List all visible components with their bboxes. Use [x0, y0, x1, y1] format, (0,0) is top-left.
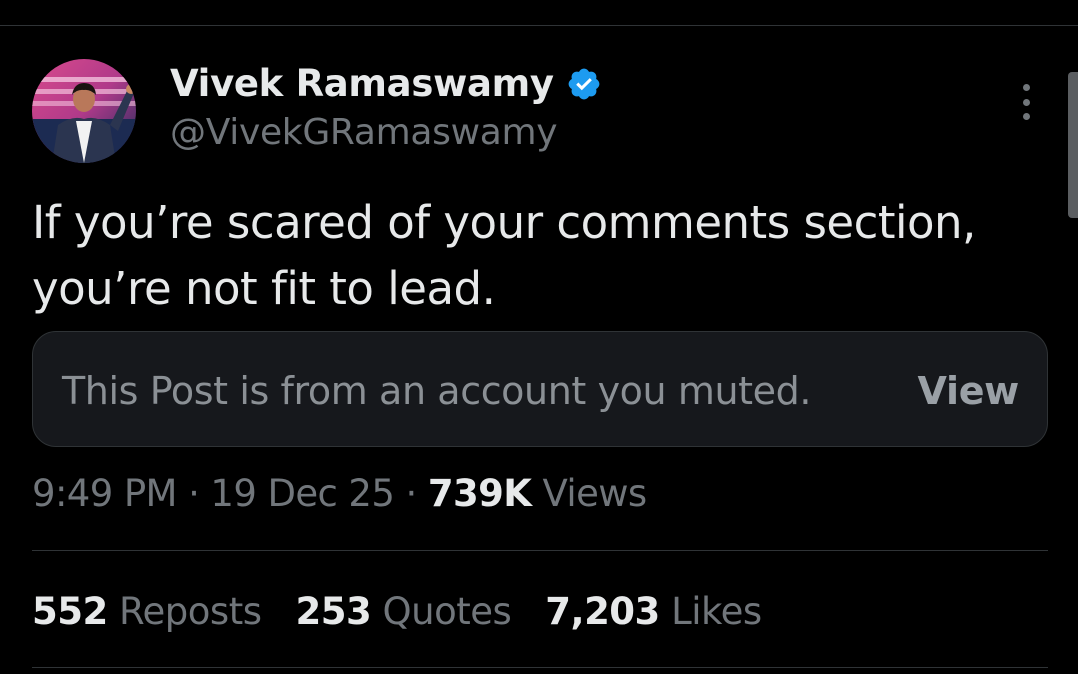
- muted-post-notice: This Post is from an account you muted. …: [32, 331, 1048, 447]
- post-time[interactable]: 9:49 PM: [32, 472, 177, 515]
- top-divider: [0, 25, 1078, 26]
- post-stats: 552 Reposts 253 Quotes 7,203 Likes: [32, 590, 796, 633]
- avatar[interactable]: [32, 59, 136, 163]
- more-vertical-icon[interactable]: [1008, 80, 1044, 124]
- post-text-line: you’re not fit to lead.: [32, 262, 496, 315]
- likes-stat[interactable]: 7,203 Likes: [545, 590, 762, 633]
- divider: [32, 667, 1048, 668]
- post-text-line: If you’re scared of your comments sectio…: [32, 196, 976, 249]
- quotes-label: Quotes: [382, 590, 512, 633]
- muted-notice-text: This Post is from an account you muted.: [62, 369, 812, 413]
- quotes-stat[interactable]: 253 Quotes: [296, 590, 512, 633]
- scrollbar[interactable]: [1068, 72, 1078, 218]
- more-dot: [1022, 84, 1030, 91]
- likes-count: 7,203: [545, 590, 660, 633]
- more-dot: [1022, 113, 1030, 120]
- author-name[interactable]: Vivek Ramaswamy: [170, 62, 554, 105]
- post-meta: 9:49 PM · 19 Dec 25 · 739K Views: [32, 472, 647, 515]
- meta-separator: ·: [188, 472, 200, 515]
- reposts-label: Reposts: [119, 590, 262, 633]
- verified-badge-icon[interactable]: [566, 66, 602, 102]
- more-dot: [1022, 98, 1030, 106]
- author-name-row[interactable]: Vivek Ramaswamy: [170, 62, 602, 105]
- meta-separator: ·: [405, 472, 417, 515]
- quotes-count: 253: [295, 590, 372, 633]
- views-label[interactable]: Views: [543, 472, 648, 515]
- author-handle[interactable]: @VivekGRamaswamy: [170, 112, 558, 153]
- reposts-count: 552: [32, 590, 108, 633]
- divider: [32, 550, 1048, 551]
- view-muted-post-button[interactable]: View: [918, 369, 1020, 413]
- likes-label: Likes: [671, 590, 762, 633]
- post-text: If you’re scared of your comments sectio…: [32, 190, 1042, 322]
- post-date[interactable]: 19 Dec 25: [210, 472, 394, 515]
- reposts-stat[interactable]: 552 Reposts: [32, 590, 262, 633]
- views-count[interactable]: 739K: [428, 472, 532, 515]
